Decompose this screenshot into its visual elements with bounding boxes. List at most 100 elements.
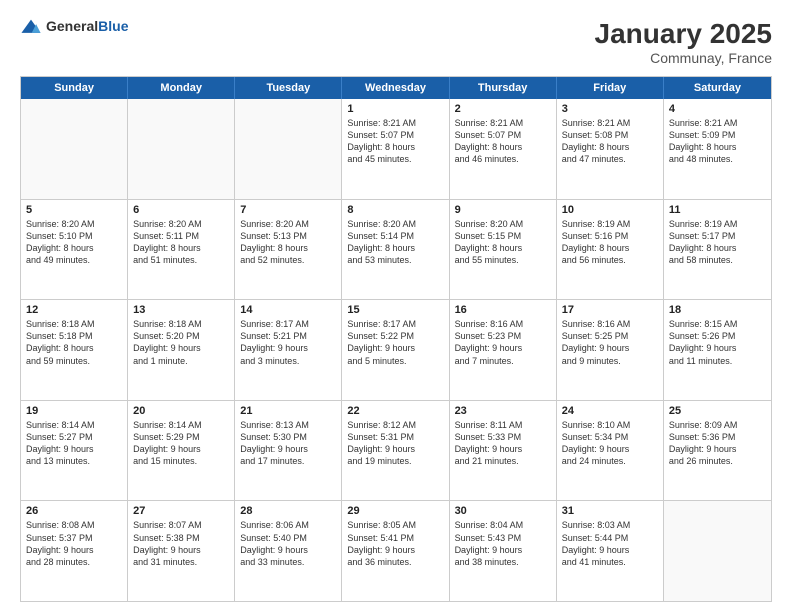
cell-content: Sunrise: 8:10 AM Sunset: 5:34 PM Dayligh…: [562, 419, 658, 468]
cell-content: Sunrise: 8:04 AM Sunset: 5:43 PM Dayligh…: [455, 519, 551, 568]
week-row-2: 5Sunrise: 8:20 AM Sunset: 5:10 PM Daylig…: [21, 200, 771, 301]
cal-cell: 17Sunrise: 8:16 AM Sunset: 5:25 PM Dayli…: [557, 300, 664, 400]
day-number: 23: [455, 405, 551, 417]
cal-cell: 9Sunrise: 8:20 AM Sunset: 5:15 PM Daylig…: [450, 200, 557, 300]
header-day-thursday: Thursday: [450, 77, 557, 99]
day-number: 28: [240, 505, 336, 517]
cal-cell: 5Sunrise: 8:20 AM Sunset: 5:10 PM Daylig…: [21, 200, 128, 300]
header: GeneralBlue January 2025 Communay, Franc…: [20, 18, 772, 66]
logo-general: General: [46, 18, 98, 34]
cal-cell: 15 Sunrise: 8:17 AM Sunset: 5:22 PM Dayli…: [342, 300, 449, 400]
day-number: 20: [133, 405, 229, 417]
cell-content: Sunrise: 8:16 AM Sunset: 5:23 PM Dayligh…: [455, 318, 551, 367]
day-number: 12: [26, 304, 122, 316]
cal-cell: 3 Sunrise: 8:21 AM Sunset: 5:08 PM Daylig…: [557, 99, 664, 199]
day-number: 1: [347, 103, 443, 115]
day-number: 4: [669, 103, 766, 115]
cal-cell: 11 Sunrise: 8:19 AM Sunset: 5:17 PM Dayli…: [664, 200, 771, 300]
day-number: 14: [240, 304, 336, 316]
cal-cell: 16 Sunrise: 8:16 AM Sunset: 5:23 PM Dayli…: [450, 300, 557, 400]
day-number: 13: [133, 304, 229, 316]
cell-content: Sunrise: 8:03 AM Sunset: 5:44 PM Dayligh…: [562, 519, 658, 568]
cell-content: Sunrise: 8:19 AM Sunset: 5:16 PM Dayligh…: [562, 218, 658, 267]
cal-cell: [128, 99, 235, 199]
cell-content: Sunrise: 8:20 AM Sunset: 5:13 PM Dayligh…: [240, 218, 336, 267]
day-number: 15: [347, 304, 443, 316]
cell-content: Sunrise: 8:08 AM Sunset: 5:37 PM Dayligh…: [26, 519, 122, 568]
title-block: January 2025 Communay, France: [595, 18, 772, 66]
cal-cell: 6 Sunrise: 8:20 AM Sunset: 5:11 PM Daylig…: [128, 200, 235, 300]
cal-cell: 25 Sunrise: 8:09 AM Sunset: 5:36 PM Dayli…: [664, 401, 771, 501]
cal-cell: 2 Sunrise: 8:21 AM Sunset: 5:07 PM Daylig…: [450, 99, 557, 199]
cell-content: Sunrise: 8:21 AM Sunset: 5:07 PM Dayligh…: [455, 117, 551, 166]
day-number: 27: [133, 505, 229, 517]
day-number: 25: [669, 405, 766, 417]
day-number: 24: [562, 405, 658, 417]
day-number: 2: [455, 103, 551, 115]
cell-content: Sunrise: 8:17 AM Sunset: 5:21 PM Dayligh…: [240, 318, 336, 367]
cal-cell: 31Sunrise: 8:03 AM Sunset: 5:44 PM Dayli…: [557, 501, 664, 601]
cal-cell: 26 Sunrise: 8:08 AM Sunset: 5:37 PM Dayli…: [21, 501, 128, 601]
cal-cell: 7 Sunrise: 8:20 AM Sunset: 5:13 PM Daylig…: [235, 200, 342, 300]
day-number: 18: [669, 304, 766, 316]
week-row-1: 1 Sunrise: 8:21 AM Sunset: 5:07 PM Daylig…: [21, 99, 771, 200]
day-number: 16: [455, 304, 551, 316]
cell-content: Sunrise: 8:20 AM Sunset: 5:11 PM Dayligh…: [133, 218, 229, 267]
cal-cell: 22Sunrise: 8:12 AM Sunset: 5:31 PM Dayli…: [342, 401, 449, 501]
header-day-tuesday: Tuesday: [235, 77, 342, 99]
cal-cell: 13 Sunrise: 8:18 AM Sunset: 5:20 PM Dayli…: [128, 300, 235, 400]
cell-content: Sunrise: 8:18 AM Sunset: 5:20 PM Dayligh…: [133, 318, 229, 367]
week-row-5: 26 Sunrise: 8:08 AM Sunset: 5:37 PM Dayli…: [21, 501, 771, 601]
cell-content: Sunrise: 8:16 AM Sunset: 5:25 PM Dayligh…: [562, 318, 658, 367]
day-number: 19: [26, 405, 122, 417]
logo: GeneralBlue: [20, 18, 128, 36]
header-day-wednesday: Wednesday: [342, 77, 449, 99]
cell-content: Sunrise: 8:20 AM Sunset: 5:14 PM Dayligh…: [347, 218, 443, 267]
cell-content: Sunrise: 8:14 AM Sunset: 5:27 PM Dayligh…: [26, 419, 122, 468]
cal-cell: [21, 99, 128, 199]
day-number: 26: [26, 505, 122, 517]
day-number: 30: [455, 505, 551, 517]
cell-content: Sunrise: 8:14 AM Sunset: 5:29 PM Dayligh…: [133, 419, 229, 468]
cell-content: Sunrise: 8:21 AM Sunset: 5:09 PM Dayligh…: [669, 117, 766, 166]
calendar-body: 1 Sunrise: 8:21 AM Sunset: 5:07 PM Daylig…: [21, 99, 771, 601]
day-number: 11: [669, 204, 766, 216]
cell-content: Sunrise: 8:21 AM Sunset: 5:07 PM Dayligh…: [347, 117, 443, 166]
cell-content: Sunrise: 8:12 AM Sunset: 5:31 PM Dayligh…: [347, 419, 443, 468]
cal-cell: 19 Sunrise: 8:14 AM Sunset: 5:27 PM Dayli…: [21, 401, 128, 501]
cal-cell: 10Sunrise: 8:19 AM Sunset: 5:16 PM Dayli…: [557, 200, 664, 300]
cell-content: Sunrise: 8:05 AM Sunset: 5:41 PM Dayligh…: [347, 519, 443, 568]
cal-cell: 28 Sunrise: 8:06 AM Sunset: 5:40 PM Dayli…: [235, 501, 342, 601]
cal-cell: [664, 501, 771, 601]
page: GeneralBlue January 2025 Communay, Franc…: [0, 0, 792, 612]
cal-cell: 1 Sunrise: 8:21 AM Sunset: 5:07 PM Daylig…: [342, 99, 449, 199]
cell-content: Sunrise: 8:13 AM Sunset: 5:30 PM Dayligh…: [240, 419, 336, 468]
header-day-sunday: Sunday: [21, 77, 128, 99]
logo-blue: Blue: [98, 18, 128, 34]
cell-content: Sunrise: 8:18 AM Sunset: 5:18 PM Dayligh…: [26, 318, 122, 367]
calendar-title: January 2025: [595, 18, 772, 50]
calendar: SundayMondayTuesdayWednesdayThursdayFrid…: [20, 76, 772, 602]
cell-content: Sunrise: 8:21 AM Sunset: 5:08 PM Dayligh…: [562, 117, 658, 166]
cal-cell: 8 Sunrise: 8:20 AM Sunset: 5:14 PM Daylig…: [342, 200, 449, 300]
header-day-saturday: Saturday: [664, 77, 771, 99]
cal-cell: 12 Sunrise: 8:18 AM Sunset: 5:18 PM Dayli…: [21, 300, 128, 400]
cell-content: Sunrise: 8:17 AM Sunset: 5:22 PM Dayligh…: [347, 318, 443, 367]
cal-cell: 20 Sunrise: 8:14 AM Sunset: 5:29 PM Dayli…: [128, 401, 235, 501]
day-number: 6: [133, 204, 229, 216]
calendar-subtitle: Communay, France: [595, 50, 772, 66]
cell-content: Sunrise: 8:09 AM Sunset: 5:36 PM Dayligh…: [669, 419, 766, 468]
cal-cell: 18Sunrise: 8:15 AM Sunset: 5:26 PM Dayli…: [664, 300, 771, 400]
day-number: 3: [562, 103, 658, 115]
cell-content: Sunrise: 8:19 AM Sunset: 5:17 PM Dayligh…: [669, 218, 766, 267]
cal-cell: 29Sunrise: 8:05 AM Sunset: 5:41 PM Dayli…: [342, 501, 449, 601]
calendar-header: SundayMondayTuesdayWednesdayThursdayFrid…: [21, 77, 771, 99]
logo-icon: [20, 18, 42, 36]
day-number: 8: [347, 204, 443, 216]
day-number: 5: [26, 204, 122, 216]
cell-content: Sunrise: 8:06 AM Sunset: 5:40 PM Dayligh…: [240, 519, 336, 568]
cell-content: Sunrise: 8:11 AM Sunset: 5:33 PM Dayligh…: [455, 419, 551, 468]
cal-cell: 4 Sunrise: 8:21 AM Sunset: 5:09 PM Daylig…: [664, 99, 771, 199]
day-number: 7: [240, 204, 336, 216]
cal-cell: 27Sunrise: 8:07 AM Sunset: 5:38 PM Dayli…: [128, 501, 235, 601]
